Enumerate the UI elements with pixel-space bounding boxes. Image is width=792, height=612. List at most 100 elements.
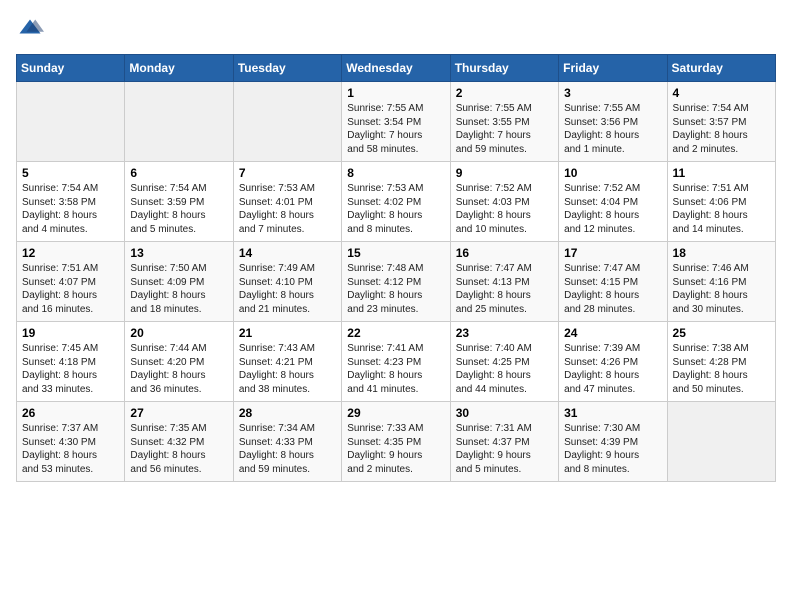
day-info: Sunrise: 7:55 AM Sunset: 3:55 PM Dayligh… (456, 102, 553, 156)
calendar-day-cell: 17 Sunrise: 7:47 AM Sunset: 4:15 PM Dayli… (559, 242, 667, 322)
calendar-day-cell: 14Sunrise: 7:49 AM Sunset: 4:10 PM Dayli… (233, 242, 341, 322)
day-number: 27 (130, 406, 227, 420)
day-number: 16 (456, 246, 553, 260)
day-of-week-header: Sunday (17, 55, 125, 82)
day-number: 24 (564, 326, 661, 340)
day-number: 25 (673, 326, 770, 340)
day-info: Sunrise: 7:34 AM Sunset: 4:33 PM Dayligh… (239, 422, 336, 476)
day-info: Sunrise: 7:55 AM Sunset: 3:54 PM Dayligh… (347, 102, 444, 156)
day-of-week-header: Saturday (667, 55, 775, 82)
day-of-week-header: Monday (125, 55, 233, 82)
logo (16, 16, 48, 44)
calendar-day-cell: 3 Sunrise: 7:55 AM Sunset: 3:56 PM Daylig… (559, 82, 667, 162)
calendar-day-cell: 21Sunrise: 7:43 AM Sunset: 4:21 PM Dayli… (233, 322, 341, 402)
day-info: Sunrise: 7:41 AM Sunset: 4:23 PM Dayligh… (347, 342, 444, 396)
day-number: 2 (456, 86, 553, 100)
day-info: Sunrise: 7:44 AM Sunset: 4:20 PM Dayligh… (130, 342, 227, 396)
day-number: 3 (564, 86, 661, 100)
day-info: Sunrise: 7:51 AM Sunset: 4:07 PM Dayligh… (22, 262, 119, 316)
day-info: Sunrise: 7:40 AM Sunset: 4:25 PM Dayligh… (456, 342, 553, 396)
day-of-week-header: Tuesday (233, 55, 341, 82)
calendar-week-row: 26Sunrise: 7:37 AM Sunset: 4:30 PM Dayli… (17, 402, 776, 482)
day-number: 6 (130, 166, 227, 180)
calendar-day-cell: 15 Sunrise: 7:48 AM Sunset: 4:12 PM Dayli… (342, 242, 450, 322)
calendar-day-cell: 23 Sunrise: 7:40 AM Sunset: 4:25 PM Dayli… (450, 322, 558, 402)
calendar-day-cell: 13 Sunrise: 7:50 AM Sunset: 4:09 PM Dayli… (125, 242, 233, 322)
day-info: Sunrise: 7:47 AM Sunset: 4:13 PM Dayligh… (456, 262, 553, 316)
day-number: 20 (130, 326, 227, 340)
calendar-day-cell: 9 Sunrise: 7:52 AM Sunset: 4:03 PM Daylig… (450, 162, 558, 242)
day-info: Sunrise: 7:35 AM Sunset: 4:32 PM Dayligh… (130, 422, 227, 476)
calendar-day-cell: 6 Sunrise: 7:54 AM Sunset: 3:59 PM Daylig… (125, 162, 233, 242)
day-info: Sunrise: 7:31 AM Sunset: 4:37 PM Dayligh… (456, 422, 553, 476)
day-info: Sunrise: 7:50 AM Sunset: 4:09 PM Dayligh… (130, 262, 227, 316)
day-number: 7 (239, 166, 336, 180)
day-info: Sunrise: 7:30 AM Sunset: 4:39 PM Dayligh… (564, 422, 661, 476)
day-number: 13 (130, 246, 227, 260)
day-info: Sunrise: 7:47 AM Sunset: 4:15 PM Dayligh… (564, 262, 661, 316)
calendar-week-row: 5 Sunrise: 7:54 AM Sunset: 3:58 PM Daylig… (17, 162, 776, 242)
day-info: Sunrise: 7:39 AM Sunset: 4:26 PM Dayligh… (564, 342, 661, 396)
day-of-week-header: Friday (559, 55, 667, 82)
day-info: Sunrise: 7:54 AM Sunset: 3:58 PM Dayligh… (22, 182, 119, 236)
day-info: Sunrise: 7:38 AM Sunset: 4:28 PM Dayligh… (673, 342, 770, 396)
day-number: 15 (347, 246, 444, 260)
calendar-day-cell: 2 Sunrise: 7:55 AM Sunset: 3:55 PM Daylig… (450, 82, 558, 162)
calendar-day-cell: 25 Sunrise: 7:38 AM Sunset: 4:28 PM Dayli… (667, 322, 775, 402)
calendar-week-row: 19 Sunrise: 7:45 AM Sunset: 4:18 PM Dayli… (17, 322, 776, 402)
calendar-table: SundayMondayTuesdayWednesdayThursdayFrid… (16, 54, 776, 482)
calendar-day-cell: 19 Sunrise: 7:45 AM Sunset: 4:18 PM Dayli… (17, 322, 125, 402)
calendar-day-cell: 4Sunrise: 7:54 AM Sunset: 3:57 PM Daylig… (667, 82, 775, 162)
calendar-day-cell (233, 82, 341, 162)
calendar-day-cell: 27 Sunrise: 7:35 AM Sunset: 4:32 PM Dayli… (125, 402, 233, 482)
day-number: 31 (564, 406, 661, 420)
day-number: 26 (22, 406, 119, 420)
calendar-day-cell: 26Sunrise: 7:37 AM Sunset: 4:30 PM Dayli… (17, 402, 125, 482)
day-number: 14 (239, 246, 336, 260)
day-number: 10 (564, 166, 661, 180)
day-number: 1 (347, 86, 444, 100)
day-number: 5 (22, 166, 119, 180)
day-number: 19 (22, 326, 119, 340)
calendar-day-cell (125, 82, 233, 162)
calendar-day-cell: 8 Sunrise: 7:53 AM Sunset: 4:02 PM Daylig… (342, 162, 450, 242)
calendar-day-cell: 31 Sunrise: 7:30 AM Sunset: 4:39 PM Dayli… (559, 402, 667, 482)
day-number: 18 (673, 246, 770, 260)
calendar-day-cell: 12Sunrise: 7:51 AM Sunset: 4:07 PM Dayli… (17, 242, 125, 322)
calendar-day-cell: 29 Sunrise: 7:33 AM Sunset: 4:35 PM Dayli… (342, 402, 450, 482)
calendar-day-cell: 28 Sunrise: 7:34 AM Sunset: 4:33 PM Dayli… (233, 402, 341, 482)
calendar-day-cell: 5 Sunrise: 7:54 AM Sunset: 3:58 PM Daylig… (17, 162, 125, 242)
day-info: Sunrise: 7:54 AM Sunset: 3:59 PM Dayligh… (130, 182, 227, 236)
day-number: 28 (239, 406, 336, 420)
day-number: 9 (456, 166, 553, 180)
day-info: Sunrise: 7:52 AM Sunset: 4:03 PM Dayligh… (456, 182, 553, 236)
day-info: Sunrise: 7:53 AM Sunset: 4:02 PM Dayligh… (347, 182, 444, 236)
day-number: 29 (347, 406, 444, 420)
calendar-day-cell: 7 Sunrise: 7:53 AM Sunset: 4:01 PM Daylig… (233, 162, 341, 242)
calendar-day-cell: 1 Sunrise: 7:55 AM Sunset: 3:54 PM Daylig… (342, 82, 450, 162)
calendar-day-cell: 11Sunrise: 7:51 AM Sunset: 4:06 PM Dayli… (667, 162, 775, 242)
day-info: Sunrise: 7:45 AM Sunset: 4:18 PM Dayligh… (22, 342, 119, 396)
page-header (16, 16, 776, 44)
day-info: Sunrise: 7:33 AM Sunset: 4:35 PM Dayligh… (347, 422, 444, 476)
calendar-day-cell: 30 Sunrise: 7:31 AM Sunset: 4:37 PM Dayli… (450, 402, 558, 482)
day-number: 23 (456, 326, 553, 340)
day-of-week-header: Thursday (450, 55, 558, 82)
day-info: Sunrise: 7:52 AM Sunset: 4:04 PM Dayligh… (564, 182, 661, 236)
day-number: 8 (347, 166, 444, 180)
day-info: Sunrise: 7:55 AM Sunset: 3:56 PM Dayligh… (564, 102, 661, 156)
calendar-day-cell: 22 Sunrise: 7:41 AM Sunset: 4:23 PM Dayli… (342, 322, 450, 402)
day-info: Sunrise: 7:46 AM Sunset: 4:16 PM Dayligh… (673, 262, 770, 316)
day-number: 17 (564, 246, 661, 260)
calendar-day-cell: 16 Sunrise: 7:47 AM Sunset: 4:13 PM Dayli… (450, 242, 558, 322)
day-number: 30 (456, 406, 553, 420)
calendar-day-cell: 20 Sunrise: 7:44 AM Sunset: 4:20 PM Dayli… (125, 322, 233, 402)
calendar-week-row: 12Sunrise: 7:51 AM Sunset: 4:07 PM Dayli… (17, 242, 776, 322)
day-info: Sunrise: 7:48 AM Sunset: 4:12 PM Dayligh… (347, 262, 444, 316)
day-number: 22 (347, 326, 444, 340)
day-info: Sunrise: 7:53 AM Sunset: 4:01 PM Dayligh… (239, 182, 336, 236)
day-number: 21 (239, 326, 336, 340)
calendar-day-cell (667, 402, 775, 482)
calendar-day-cell: 10 Sunrise: 7:52 AM Sunset: 4:04 PM Dayli… (559, 162, 667, 242)
calendar-day-cell: 24 Sunrise: 7:39 AM Sunset: 4:26 PM Dayli… (559, 322, 667, 402)
